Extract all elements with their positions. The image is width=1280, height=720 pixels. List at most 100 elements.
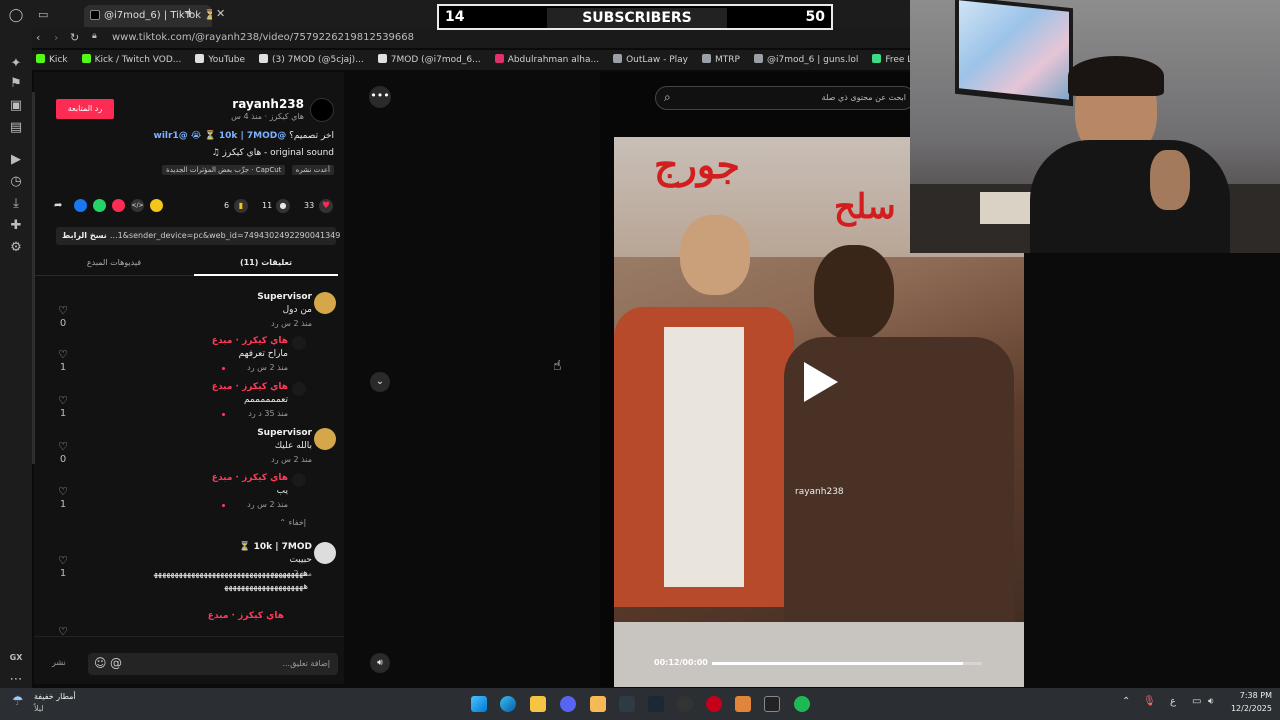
- aria-icon[interactable]: ✦: [8, 56, 24, 72]
- bookmark-item[interactable]: 7MOD (@i7mod_6...: [377, 50, 481, 70]
- comment-like-icon[interactable]: ♡: [56, 304, 70, 317]
- tab-creator-videos[interactable]: فيديوهات المبدع: [34, 254, 194, 276]
- bookmark-icon[interactable]: ▮: [234, 199, 248, 213]
- next-video-chevron-icon[interactable]: ⌄: [370, 372, 390, 392]
- forward-icon[interactable]: ›: [54, 31, 58, 44]
- reposted-badge[interactable]: أعدت نشره: [291, 165, 334, 175]
- commenter-avatar[interactable]: [292, 473, 306, 487]
- creator-avatar[interactable]: [310, 98, 334, 122]
- weather-text[interactable]: أمطار خفيفة: [34, 692, 76, 701]
- back-icon[interactable]: ‹: [36, 31, 40, 44]
- comment-input[interactable]: ☺ @ إضافة تعليق...: [88, 653, 338, 675]
- comment-meta[interactable]: منذ 2 س رد: [68, 500, 288, 509]
- comment-like-icon[interactable]: ♡: [56, 554, 70, 567]
- opera-gx-icon[interactable]: [706, 696, 722, 712]
- music-icon[interactable]: ▤: [8, 120, 24, 136]
- comment-like-icon[interactable]: ♡: [56, 440, 70, 453]
- commenter-name[interactable]: 10k | 7MOD ⏳: [92, 542, 312, 552]
- comment-meta[interactable]: منذ 35 د رد: [68, 409, 288, 418]
- network-icon[interactable]: ▭: [1192, 696, 1201, 707]
- commenter-avatar[interactable]: [314, 542, 336, 564]
- comment-meta[interactable]: منذ 2 س رد: [92, 319, 312, 328]
- panel-scrollbar[interactable]: [32, 92, 35, 464]
- new-tab-icon[interactable]: +: [184, 6, 195, 21]
- bookmark-item[interactable]: Free Live Streamin...: [872, 50, 910, 70]
- comment-like-icon[interactable]: ♡: [56, 485, 70, 498]
- language-indicator[interactable]: ع: [1170, 696, 1176, 707]
- clock-time[interactable]: 7:38 PM: [1228, 691, 1272, 700]
- related-search-input[interactable]: ⌕ ابحث عن محتوى ذي صلة: [655, 86, 915, 110]
- hide-replies-button[interactable]: إخفاء ⌃: [184, 518, 306, 527]
- like-heart-icon[interactable]: ♥: [319, 199, 333, 213]
- volume-icon[interactable]: 🔊︎: [370, 653, 390, 673]
- embed-icon[interactable]: </>: [131, 199, 144, 212]
- gift-icon[interactable]: [150, 199, 163, 212]
- spotify-icon[interactable]: [794, 696, 810, 712]
- gx-control-label[interactable]: GX: [8, 650, 24, 666]
- more-options-icon[interactable]: •••: [369, 86, 391, 108]
- play-icon[interactable]: [804, 362, 838, 402]
- player-icon[interactable]: ▶: [8, 152, 24, 168]
- twitch-icon[interactable]: ▣: [8, 98, 24, 114]
- commenter-avatar[interactable]: [314, 428, 336, 450]
- bookmark-item[interactable]: MTRP: [702, 50, 740, 70]
- gaming-icon[interactable]: ⚑: [8, 76, 24, 92]
- bookmark-item[interactable]: Abdulrahman alha...: [494, 50, 599, 70]
- start-icon[interactable]: [471, 696, 487, 712]
- extensions-icon[interactable]: ✚: [8, 218, 24, 234]
- mention-icon[interactable]: @: [110, 656, 122, 670]
- history-icon[interactable]: ◷: [8, 174, 24, 190]
- send-share-icon[interactable]: [112, 199, 125, 212]
- bookmark-item[interactable]: OutLaw - Play: [613, 50, 688, 70]
- bookmark-item[interactable]: Kick / Twitch VOD...: [81, 50, 181, 70]
- microphone-icon[interactable]: 🎙︎: [1143, 696, 1156, 707]
- commenter-avatar[interactable]: [292, 336, 306, 350]
- follow-back-button[interactable]: رد المتابعة: [56, 99, 114, 119]
- capcut-badge[interactable]: CapCut · جرِّب بعض المؤثرات الجديدة: [162, 165, 286, 175]
- opera-logo-icon[interactable]: ◯: [8, 8, 24, 24]
- commenter-name[interactable]: هاي كيكرز · مبدع: [68, 336, 288, 346]
- last-reply-author[interactable]: هاي كيكرز · مبدع: [184, 611, 284, 621]
- app-icon-1[interactable]: [590, 696, 606, 712]
- comment-meta[interactable]: منذ 2 س رد: [68, 363, 288, 372]
- bookmark-item[interactable]: Kick: [36, 50, 68, 70]
- tab-close-icon[interactable]: ✕: [216, 7, 225, 20]
- weather-icon[interactable]: ☂: [12, 694, 24, 709]
- vlc-icon[interactable]: [735, 696, 751, 712]
- comment-like-icon[interactable]: ♡: [56, 348, 70, 361]
- obs-icon[interactable]: [677, 696, 693, 712]
- commenter-name[interactable]: Supervisor: [92, 292, 312, 302]
- url-text[interactable]: www.tiktok.com/@rayanh238/video/75792262…: [112, 32, 414, 43]
- terminal-icon[interactable]: [619, 696, 635, 712]
- tab-view-icon[interactable]: ▭: [38, 8, 48, 21]
- edge-icon[interactable]: [500, 696, 516, 712]
- copy-link-button[interactable]: نسخ الرابط: [62, 231, 107, 240]
- reload-icon[interactable]: ↻: [70, 31, 79, 44]
- bookmark-item[interactable]: YouTube: [195, 50, 245, 70]
- bookmark-item[interactable]: (3) 7MOD (@5cjaj)...: [259, 50, 364, 70]
- downloads-icon[interactable]: ⤓: [8, 196, 24, 212]
- commenter-name[interactable]: هاي كيكرز · مبدع: [68, 473, 288, 483]
- settings-icon[interactable]: ⚙: [8, 240, 24, 256]
- discord-icon[interactable]: [560, 696, 576, 712]
- share-arrow-icon[interactable]: ➦: [54, 200, 62, 211]
- comment-icon[interactable]: ●: [276, 199, 290, 213]
- commenter-name[interactable]: Supervisor: [92, 428, 312, 438]
- speaker-icon[interactable]: 🔉︎: [1208, 696, 1214, 707]
- steam-icon[interactable]: [648, 696, 664, 712]
- video-progress-track[interactable]: [712, 662, 982, 665]
- commenter-name[interactable]: هاي كيكرز · مبدع: [68, 382, 288, 392]
- sound-line[interactable]: original sound - هاي كيكرز ♫: [74, 148, 334, 158]
- epic-games-icon[interactable]: [764, 696, 780, 712]
- search-icon[interactable]: ⌕: [664, 90, 671, 105]
- post-link-text[interactable]: ...1&sender_device=pc&web_id=74943024922…: [110, 231, 340, 240]
- commenter-avatar[interactable]: [314, 292, 336, 314]
- more-icon[interactable]: ⋯: [8, 672, 24, 688]
- file-explorer-icon[interactable]: [530, 696, 546, 712]
- tab-comments[interactable]: تعليقات (11): [194, 254, 338, 276]
- whatsapp-share-icon[interactable]: [93, 199, 106, 212]
- commenter-avatar[interactable]: [292, 382, 306, 396]
- tray-chevron-icon[interactable]: ⌃: [1122, 696, 1130, 707]
- caption-mention[interactable]: @wilr1@ 😭 ⏳ 10k | 7MOD: [154, 131, 287, 141]
- bookmark-item[interactable]: @i7mod_6 | guns.lol: [753, 50, 858, 70]
